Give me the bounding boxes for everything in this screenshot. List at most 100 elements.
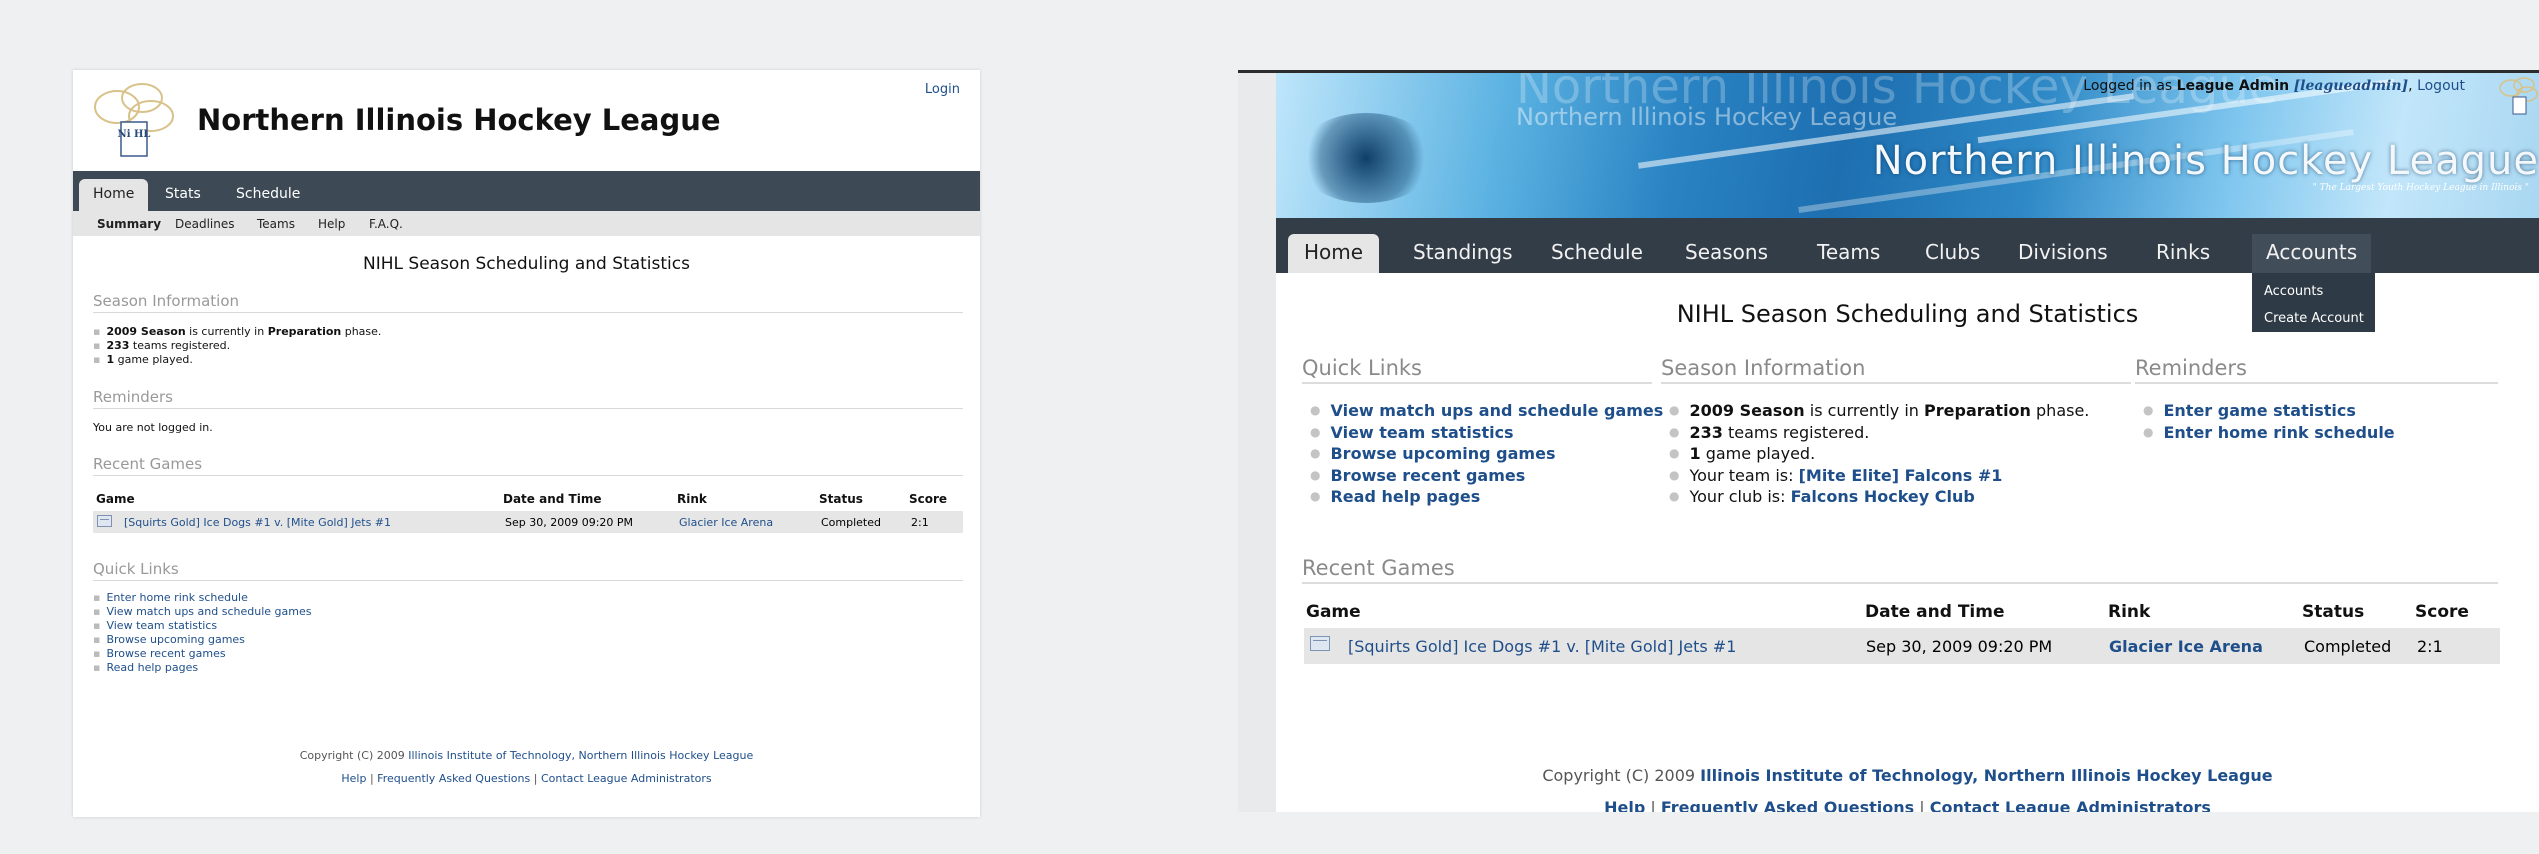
- page-heading: NIHL Season Scheduling and Statistics: [363, 254, 690, 274]
- banner-ghost-title: Northern Illinois Hockey League: [1516, 103, 1898, 131]
- quick-link-team-stats[interactable]: View team statistics: [1330, 423, 1513, 442]
- site-title: Northern Illinois Hockey League: [197, 103, 721, 137]
- table-row: [Squirts Gold] Ice Dogs #1 v. [Mite Gold…: [1304, 628, 2500, 664]
- user-name: League Admin: [2176, 78, 2290, 94]
- quick-link-help[interactable]: Read help pages: [1330, 487, 1480, 506]
- reminder-enter-game-stats[interactable]: Enter game statistics: [2163, 401, 2355, 420]
- col-game: Game: [1306, 602, 1361, 622]
- col-date: Date and Time: [503, 492, 602, 506]
- quick-link-upcoming[interactable]: Browse upcoming games: [106, 633, 244, 646]
- menu-item-accounts[interactable]: Accounts: [2264, 284, 2323, 299]
- tab-home[interactable]: Home: [79, 179, 149, 211]
- list-item: 233 teams registered.: [1669, 422, 2089, 444]
- tab-clubs[interactable]: Clubs: [1925, 234, 1980, 273]
- logout-link[interactable]: Logout: [2417, 78, 2465, 94]
- quick-links-heading: Quick Links: [1302, 356, 1652, 384]
- subtab-summary[interactable]: Summary: [97, 217, 161, 231]
- sub-nav: Summary Deadlines Teams Help F.A.Q.: [73, 211, 980, 236]
- season-info-heading: Season Information: [1661, 356, 2131, 384]
- col-rink: Rink: [677, 492, 707, 506]
- tab-schedule[interactable]: Schedule: [1551, 234, 1643, 273]
- list-item: 1 game played.: [1669, 443, 2089, 465]
- season-info-list: 2009 Season is currently in Preparation …: [1669, 400, 2089, 508]
- banner-title: Northern Illinois Hockey League: [1872, 138, 2539, 184]
- quick-link-upcoming[interactable]: Browse upcoming games: [1330, 444, 1555, 463]
- tab-schedule[interactable]: Schedule: [236, 179, 300, 211]
- tab-standings[interactable]: Standings: [1413, 234, 1513, 273]
- quick-links-list: Enter home rink schedule View match ups …: [93, 591, 311, 675]
- game-link[interactable]: [Squirts Gold] Ice Dogs #1 v. [Mite Gold…: [1348, 637, 1736, 656]
- footer-faq-link[interactable]: Frequently Asked Questions: [1661, 798, 1914, 812]
- footer-contact-link[interactable]: Contact League Administrators: [541, 772, 712, 785]
- tab-stats[interactable]: Stats: [165, 179, 201, 211]
- game-date: Sep 30, 2009 09:20 PM: [1866, 637, 2053, 656]
- tab-seasons[interactable]: Seasons: [1685, 234, 1768, 273]
- list-item: Your team is: [Mite Elite] Falcons #1: [1669, 465, 2089, 487]
- game-link[interactable]: [Squirts Gold] Ice Dogs #1 v. [Mite Gold…: [124, 516, 391, 529]
- footer-org-link[interactable]: Illinois Institute of Technology, Northe…: [1700, 766, 2273, 785]
- footer-org-link[interactable]: Illinois Institute of Technology, Northe…: [408, 749, 753, 762]
- season-info-heading: Season Information: [93, 292, 963, 313]
- col-score: Score: [909, 492, 948, 506]
- footer-links: Help | Frequently Asked Questions | Cont…: [1276, 798, 2539, 812]
- main-nav: Home Standings Schedule Seasons Teams Cl…: [1276, 218, 2539, 273]
- footer-help-link[interactable]: Help: [341, 772, 366, 785]
- list-item: 1 game played.: [93, 353, 381, 367]
- quick-link-matchups[interactable]: View match ups and schedule games: [106, 605, 311, 618]
- quick-link-rink-schedule[interactable]: Enter home rink schedule: [106, 591, 247, 604]
- new-homepage-screenshot: Northern Illinois Hockey League Northern…: [1238, 70, 2539, 812]
- tab-accounts[interactable]: Accounts: [2252, 234, 2372, 273]
- tab-teams[interactable]: Teams: [1817, 234, 1880, 273]
- reminder-enter-rink-schedule[interactable]: Enter home rink schedule: [2163, 423, 2394, 442]
- col-rink: Rink: [2108, 602, 2151, 622]
- recent-games-heading: Recent Games: [1302, 556, 2498, 584]
- reminders-heading: Reminders: [2135, 356, 2498, 384]
- game-status: Completed: [821, 516, 881, 529]
- game-icon[interactable]: [1310, 636, 1330, 655]
- banner-tagline: " The Largest Youth Hockey League in Ill…: [2312, 183, 2529, 193]
- subtab-deadlines[interactable]: Deadlines: [175, 217, 235, 231]
- quick-links-heading: Quick Links: [93, 560, 963, 581]
- left-gutter: [1238, 73, 1276, 812]
- subtab-teams[interactable]: Teams: [257, 217, 295, 231]
- game-score: 2:1: [2417, 637, 2443, 656]
- login-link[interactable]: Login: [925, 82, 960, 97]
- tab-home[interactable]: Home: [1288, 234, 1380, 273]
- list-item: 2009 Season is currently in Preparation …: [1669, 400, 2089, 422]
- tab-rinks[interactable]: Rinks: [2156, 234, 2210, 273]
- season-info-list: 2009 Season is currently in Preparation …: [93, 325, 381, 367]
- nihl-logo-icon: Ni HL: [94, 83, 174, 157]
- quick-links-list: View match ups and schedule games View t…: [1310, 400, 1663, 508]
- recent-games-heading: Recent Games: [93, 455, 963, 476]
- game-date: Sep 30, 2009 09:20 PM: [505, 516, 634, 529]
- quick-link-matchups[interactable]: View match ups and schedule games: [1330, 401, 1663, 420]
- quick-link-team-stats[interactable]: View team statistics: [106, 619, 217, 632]
- tab-divisions[interactable]: Divisions: [2018, 234, 2108, 273]
- footer-links: Help | Frequently Asked Questions | Cont…: [341, 772, 712, 785]
- rink-link[interactable]: Glacier Ice Arena: [2109, 637, 2263, 656]
- hockey-player-graphic: [1296, 113, 1436, 203]
- rink-link[interactable]: Glacier Ice Arena: [679, 516, 773, 529]
- reminders-list: Enter game statistics Enter home rink sc…: [2143, 400, 2394, 443]
- game-score: 2:1: [911, 516, 929, 529]
- old-homepage-screenshot: Login Ni HL Northern Illinois Hockey Lea…: [73, 70, 980, 817]
- footer-contact-link[interactable]: Contact League Administrators: [1930, 798, 2211, 812]
- header-banner: Northern Illinois Hockey League Northern…: [1276, 73, 2539, 218]
- login-status: Logged in as League Admin [leagueadmin],…: [2083, 78, 2465, 94]
- quick-link-recent[interactable]: Browse recent games: [1330, 466, 1525, 485]
- col-date: Date and Time: [1865, 602, 2005, 622]
- my-club-link[interactable]: Falcons Hockey Club: [1791, 487, 1975, 506]
- reminder-text: You are not logged in.: [93, 421, 213, 434]
- quick-link-recent[interactable]: Browse recent games: [106, 647, 225, 660]
- subtab-help[interactable]: Help: [318, 217, 345, 231]
- subtab-faq[interactable]: F.A.Q.: [369, 217, 403, 231]
- footer-help-link[interactable]: Help: [1604, 798, 1645, 812]
- footer-faq-link[interactable]: Frequently Asked Questions: [377, 772, 530, 785]
- my-team-link[interactable]: [Mite Elite] Falcons #1: [1799, 466, 2003, 485]
- page-heading: NIHL Season Scheduling and Statistics: [1676, 300, 2139, 328]
- col-game: Game: [96, 492, 135, 506]
- game-status: Completed: [2304, 637, 2392, 656]
- quick-link-help[interactable]: Read help pages: [106, 661, 198, 674]
- game-icon[interactable]: [97, 515, 112, 530]
- col-status: Status: [2302, 602, 2365, 622]
